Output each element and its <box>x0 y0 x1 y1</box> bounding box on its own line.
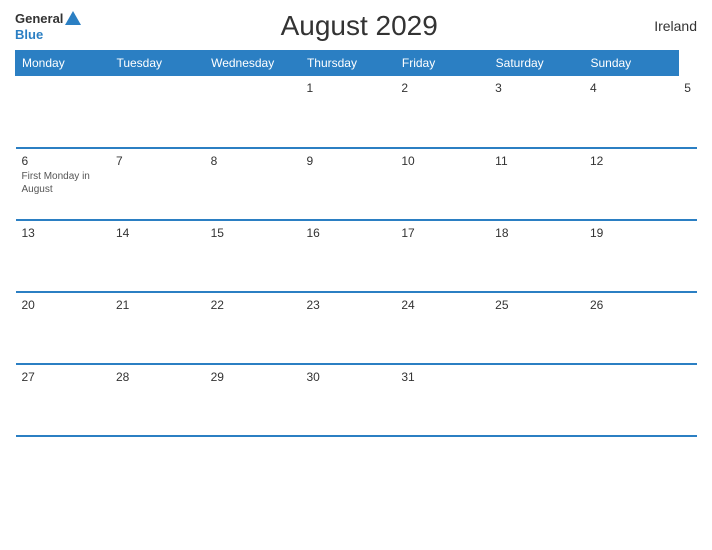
day-number: 17 <box>401 226 483 240</box>
day-cell-14: 14 <box>110 220 205 292</box>
day-cell-11: 11 <box>489 148 584 220</box>
country-label: Ireland <box>637 18 697 34</box>
day-cell-28: 28 <box>110 364 205 436</box>
day-cell-1: 1 <box>300 76 395 148</box>
day-number: 8 <box>211 154 295 168</box>
header-monday: Monday <box>16 51 110 76</box>
logo-general-text: General <box>15 11 63 26</box>
day-number: 21 <box>116 298 199 312</box>
empty-cell <box>16 76 110 148</box>
day-cell-10: 10 <box>395 148 489 220</box>
day-cell-19: 19 <box>584 220 678 292</box>
header: General Blue August 2029 Ireland <box>15 10 697 42</box>
logo-blue-text: Blue <box>15 27 43 42</box>
day-number: 30 <box>306 370 389 384</box>
empty-cell <box>489 364 584 436</box>
day-cell-30: 30 <box>300 364 395 436</box>
day-number: 23 <box>306 298 389 312</box>
day-cell-2: 2 <box>395 76 489 148</box>
day-number: 4 <box>590 81 672 95</box>
day-cell-26: 26 <box>584 292 678 364</box>
day-cell-17: 17 <box>395 220 489 292</box>
event-label: First Monday in August <box>22 170 104 196</box>
week-row-4: 20 21 22 23 24 25 26 <box>16 292 698 364</box>
day-number: 12 <box>590 154 672 168</box>
day-cell-4: 4 <box>584 76 678 148</box>
day-cell-23: 23 <box>300 292 395 364</box>
logo-triangle-icon <box>65 11 81 25</box>
day-number: 18 <box>495 226 578 240</box>
day-number: 14 <box>116 226 199 240</box>
day-number: 13 <box>22 226 104 240</box>
calendar-header: Monday Tuesday Wednesday Thursday Friday… <box>16 51 698 76</box>
day-cell-25: 25 <box>489 292 584 364</box>
day-cell-16: 16 <box>300 220 395 292</box>
day-number: 19 <box>590 226 672 240</box>
day-number: 1 <box>306 81 389 95</box>
day-number: 24 <box>401 298 483 312</box>
day-number: 5 <box>684 81 691 95</box>
day-number: 25 <box>495 298 578 312</box>
days-header-row: Monday Tuesday Wednesday Thursday Friday… <box>16 51 698 76</box>
day-number: 3 <box>495 81 578 95</box>
empty-cell <box>584 364 678 436</box>
day-cell-29: 29 <box>205 364 301 436</box>
day-cell-20: 20 <box>16 292 110 364</box>
day-cell-13: 13 <box>16 220 110 292</box>
week-row-2: 6 First Monday in August 7 8 9 10 11 12 <box>16 148 698 220</box>
day-number: 9 <box>306 154 389 168</box>
day-number: 26 <box>590 298 672 312</box>
week-row-1: 1 2 3 4 5 <box>16 76 698 148</box>
day-cell-5: 5 <box>678 76 697 148</box>
empty-cell <box>205 76 301 148</box>
day-number: 7 <box>116 154 199 168</box>
day-cell-3: 3 <box>489 76 584 148</box>
header-thursday: Thursday <box>300 51 395 76</box>
day-number: 29 <box>211 370 295 384</box>
header-wednesday: Wednesday <box>205 51 301 76</box>
calendar-table: Monday Tuesday Wednesday Thursday Friday… <box>15 50 697 437</box>
day-number: 15 <box>211 226 295 240</box>
day-number: 11 <box>495 154 578 168</box>
day-number: 20 <box>22 298 104 312</box>
day-cell-8: 8 <box>205 148 301 220</box>
logo: General Blue <box>15 11 81 42</box>
header-sunday: Sunday <box>584 51 678 76</box>
day-number: 22 <box>211 298 295 312</box>
week-row-3: 13 14 15 16 17 18 19 <box>16 220 698 292</box>
day-number: 10 <box>401 154 483 168</box>
day-cell-18: 18 <box>489 220 584 292</box>
day-cell-31: 31 <box>395 364 489 436</box>
header-friday: Friday <box>395 51 489 76</box>
calendar-body: 1 2 3 4 5 6 First Monday in August 7 8 9… <box>16 76 698 436</box>
day-number: 27 <box>22 370 104 384</box>
week-row-5: 27 28 29 30 31 <box>16 364 698 436</box>
logo-inner: General Blue <box>15 11 81 42</box>
day-number: 28 <box>116 370 199 384</box>
day-number: 2 <box>401 81 483 95</box>
logo-top-row: General <box>15 11 81 27</box>
day-cell-15: 15 <box>205 220 301 292</box>
day-cell-27: 27 <box>16 364 110 436</box>
day-cell-12: 12 <box>584 148 678 220</box>
day-number: 6 <box>22 154 104 168</box>
header-saturday: Saturday <box>489 51 584 76</box>
day-cell-22: 22 <box>205 292 301 364</box>
day-cell-6: 6 First Monday in August <box>16 148 110 220</box>
day-cell-7: 7 <box>110 148 205 220</box>
day-number: 16 <box>306 226 389 240</box>
day-number: 31 <box>401 370 483 384</box>
page-title: August 2029 <box>81 10 637 42</box>
empty-cell <box>110 76 205 148</box>
calendar-page: General Blue August 2029 Ireland Monday … <box>0 0 712 550</box>
day-cell-21: 21 <box>110 292 205 364</box>
day-cell-9: 9 <box>300 148 395 220</box>
day-cell-24: 24 <box>395 292 489 364</box>
header-tuesday: Tuesday <box>110 51 205 76</box>
